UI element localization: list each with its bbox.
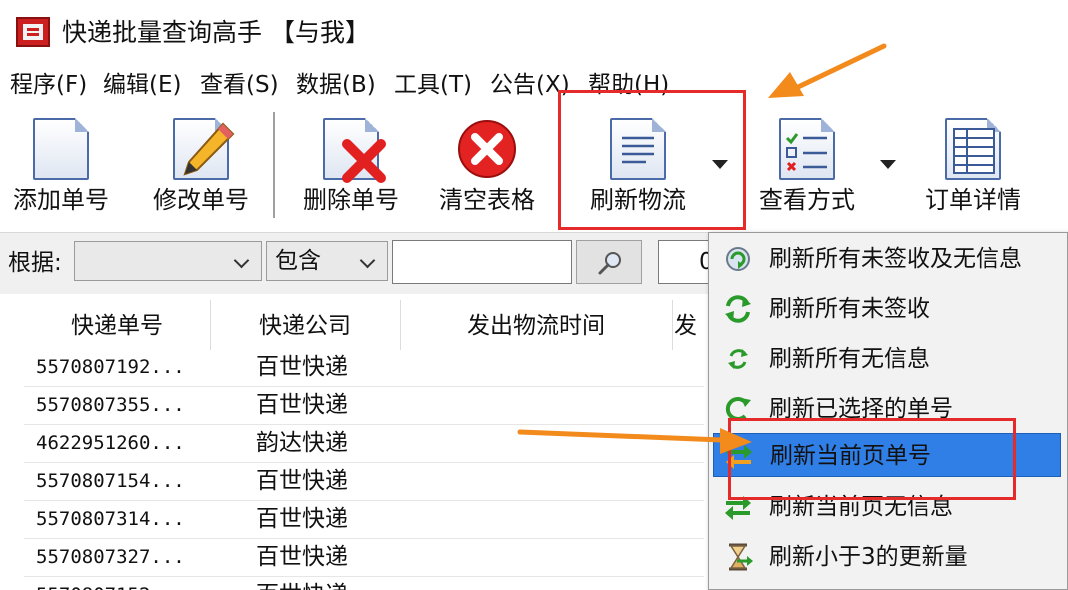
- annotation-arrow-middle: [517, 428, 752, 454]
- annotation-arrows: [517, 43, 887, 454]
- annotation-arrow-top: [768, 43, 887, 98]
